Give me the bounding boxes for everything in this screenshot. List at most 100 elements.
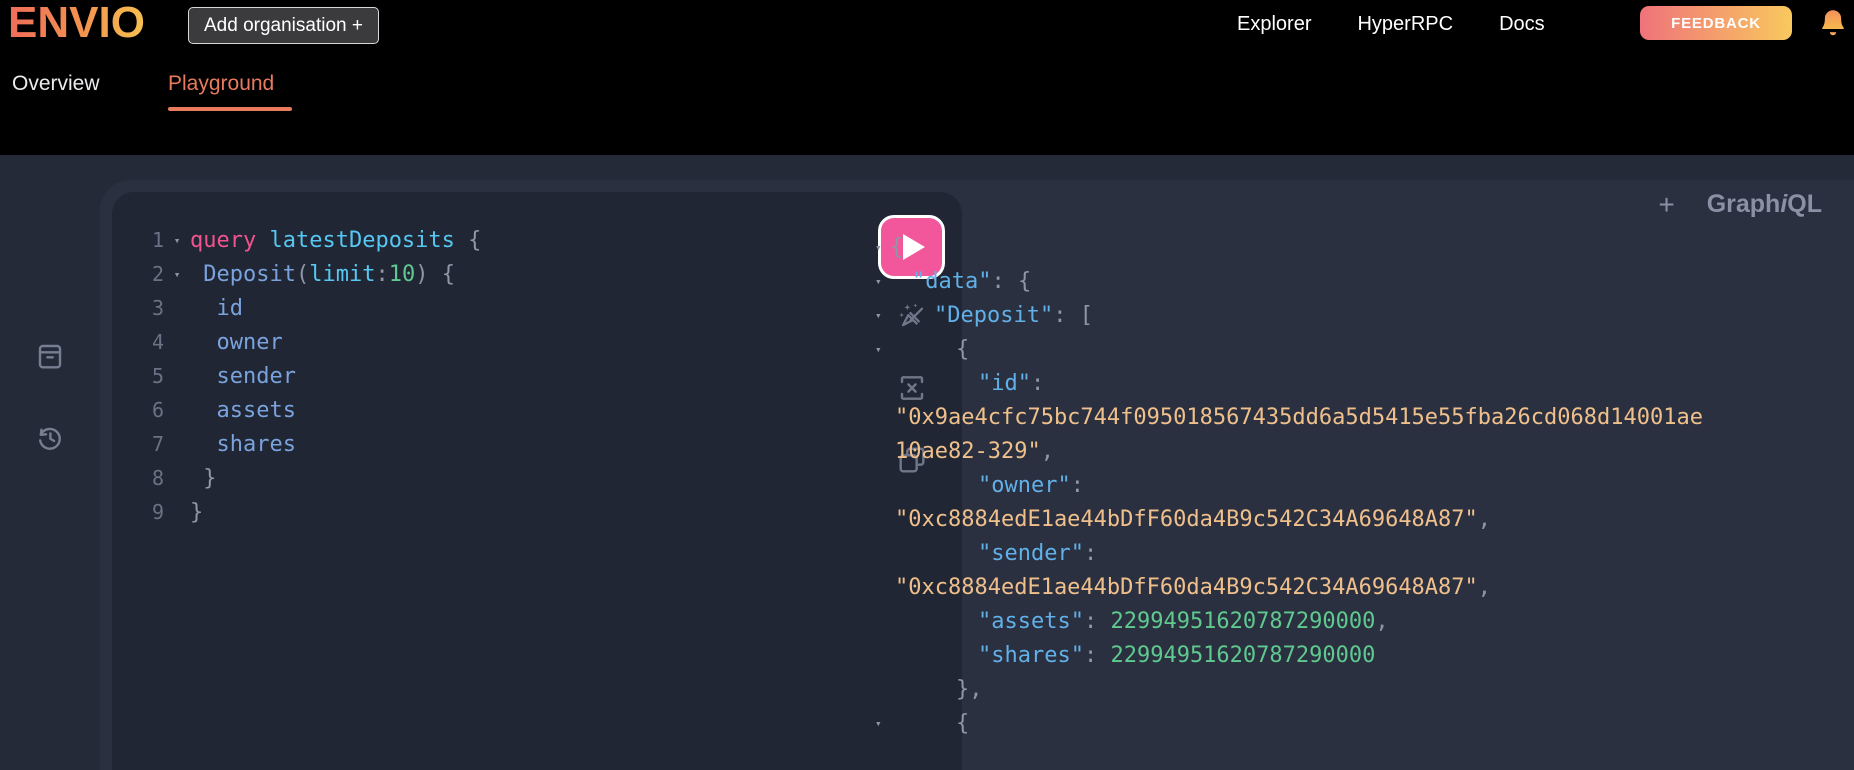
fold-arrow-icon[interactable]: ▾	[875, 309, 890, 322]
code-text: "assets": 22994951620787290000,	[890, 609, 1389, 634]
graphiql-logo-text: Graph	[1706, 190, 1781, 218]
code-token: :	[1030, 370, 1045, 396]
response-line: ▾ "Deposit": [	[875, 298, 1850, 332]
code-text: id	[190, 296, 244, 321]
line-number: 3	[151, 296, 164, 320]
fold-arrow-icon[interactable]: ▾	[875, 717, 890, 730]
app-header: ENVIO Add organisation + Explorer HyperR…	[0, 0, 1854, 48]
line-number: 7	[151, 432, 164, 456]
code-token: "sender"	[978, 540, 1084, 566]
editor-line: 4 owner	[112, 325, 872, 359]
code-token: "shares"	[978, 642, 1084, 668]
graphiql-logo-text: QL	[1787, 190, 1822, 218]
tab-overview[interactable]: Overview	[12, 72, 100, 96]
top-nav: Explorer HyperRPC Docs	[1237, 0, 1545, 48]
code-text: {	[890, 337, 969, 362]
code-text: shares	[190, 432, 296, 457]
envio-logo[interactable]: ENVIO	[8, 0, 145, 48]
code-text: "owner":	[890, 473, 1084, 498]
code-token: :	[375, 261, 389, 287]
envio-playground-screen: ENVIO Add organisation + Explorer HyperR…	[0, 0, 1854, 770]
response-line: "id":	[875, 366, 1850, 400]
code-text: "data": {	[890, 269, 1031, 294]
response-line: "shares": 22994951620787290000	[875, 638, 1850, 672]
fold-arrow-icon[interactable]: ▾	[875, 275, 890, 288]
playground-area: + GraphiQL 1 ▾ query latestDeposits {2 ▾ De…	[0, 155, 1854, 770]
code-text: {	[890, 235, 903, 260]
response-pane: ▾{▾ "data": {▾ "Deposit": [▾{"id": "0x9ae4c…	[875, 230, 1850, 740]
nav-hyperrpc[interactable]: HyperRPC	[1357, 13, 1453, 36]
code-token: ) {	[415, 261, 455, 287]
code-token: }	[190, 465, 217, 491]
code-token: ,	[1477, 506, 1492, 532]
editor-line: 7 shares	[112, 427, 872, 461]
fold-arrow-icon[interactable]: ▾	[164, 268, 190, 281]
nav-docs[interactable]: Docs	[1499, 13, 1545, 36]
nav-explorer[interactable]: Explorer	[1237, 13, 1311, 36]
code-text: "id":	[890, 371, 1044, 396]
code-token: : {	[991, 268, 1032, 294]
editor-line: 3 id	[112, 291, 872, 325]
query-editor[interactable]: 1 ▾ query latestDeposits {2 ▾ Deposit(limit…	[112, 223, 872, 529]
add-organisation-button[interactable]: Add organisation +	[188, 7, 379, 44]
editor-line: 9}	[112, 495, 872, 529]
code-token: shares	[216, 431, 296, 457]
response-line: "0xc8884edE1ae44bDfF60da4B9c542C34A69648…	[875, 502, 1850, 536]
code-token: {	[454, 227, 482, 253]
code-token: "data"	[912, 268, 992, 294]
response-line: "assets": 22994951620787290000,	[875, 604, 1850, 638]
code-text: "shares": 22994951620787290000	[890, 643, 1375, 668]
code-token: query	[190, 227, 257, 253]
code-text: "sender":	[890, 541, 1097, 566]
response-line: "sender":	[875, 536, 1850, 570]
code-token: ,	[1375, 608, 1389, 634]
bell-icon[interactable]	[1818, 7, 1848, 41]
code-token: "0xc8884edE1ae44bDfF60da4B9c542C34A69648…	[895, 574, 1478, 600]
code-token: {	[890, 234, 904, 260]
code-token: },	[956, 676, 983, 702]
editor-line: 5 sender	[112, 359, 872, 393]
tab-playground[interactable]: Playground	[168, 72, 274, 96]
code-text: "0xc8884edE1ae44bDfF60da4B9c542C34A69648…	[890, 575, 1491, 600]
line-number: 2	[151, 262, 164, 286]
response-line: "owner":	[875, 468, 1850, 502]
code-text: "Deposit": [	[890, 303, 1093, 328]
code-token: limit	[309, 261, 376, 287]
response-line: ▾{	[875, 706, 1850, 740]
code-token: "Deposit"	[934, 302, 1054, 328]
code-token: (	[295, 261, 310, 287]
fold-arrow-icon[interactable]: ▾	[875, 343, 890, 356]
code-token: :	[1083, 642, 1111, 668]
code-text: }	[190, 500, 203, 525]
code-token: : [	[1053, 302, 1093, 328]
code-token: "owner"	[978, 472, 1071, 498]
line-number: 1	[151, 228, 164, 252]
fold-arrow-icon[interactable]: ▾	[875, 241, 890, 254]
code-text: query latestDeposits {	[190, 228, 481, 253]
code-token: 10ae82-329"	[895, 438, 1041, 464]
editor-line: 6 assets	[112, 393, 872, 427]
code-token: 22994951620787290000	[1110, 608, 1376, 634]
docs-icon[interactable]	[34, 339, 68, 373]
code-text: owner	[190, 330, 283, 355]
code-token: assets	[216, 397, 296, 423]
code-text: }	[190, 465, 217, 491]
code-text: assets	[190, 398, 296, 423]
graphiql-logo[interactable]: GraphiQL	[1707, 190, 1822, 219]
code-token: {	[956, 336, 970, 362]
feedback-button[interactable]: FEEDBACK	[1640, 6, 1792, 40]
code-token: 22994951620787290000	[1110, 642, 1376, 668]
fold-arrow-icon[interactable]: ▾	[164, 234, 190, 247]
line-number: 6	[151, 398, 164, 422]
code-text: sender	[190, 364, 296, 389]
history-icon[interactable]	[34, 420, 68, 454]
line-number: 5	[151, 364, 164, 388]
code-text: {	[890, 711, 969, 736]
code-token: "0xc8884edE1ae44bDfF60da4B9c542C34A69648…	[895, 506, 1478, 532]
line-number: 9	[151, 500, 164, 524]
add-tab-button[interactable]: +	[1658, 190, 1674, 219]
response-line: "0xc8884edE1ae44bDfF60da4B9c542C34A69648…	[875, 570, 1850, 604]
line-number: 4	[151, 330, 164, 354]
